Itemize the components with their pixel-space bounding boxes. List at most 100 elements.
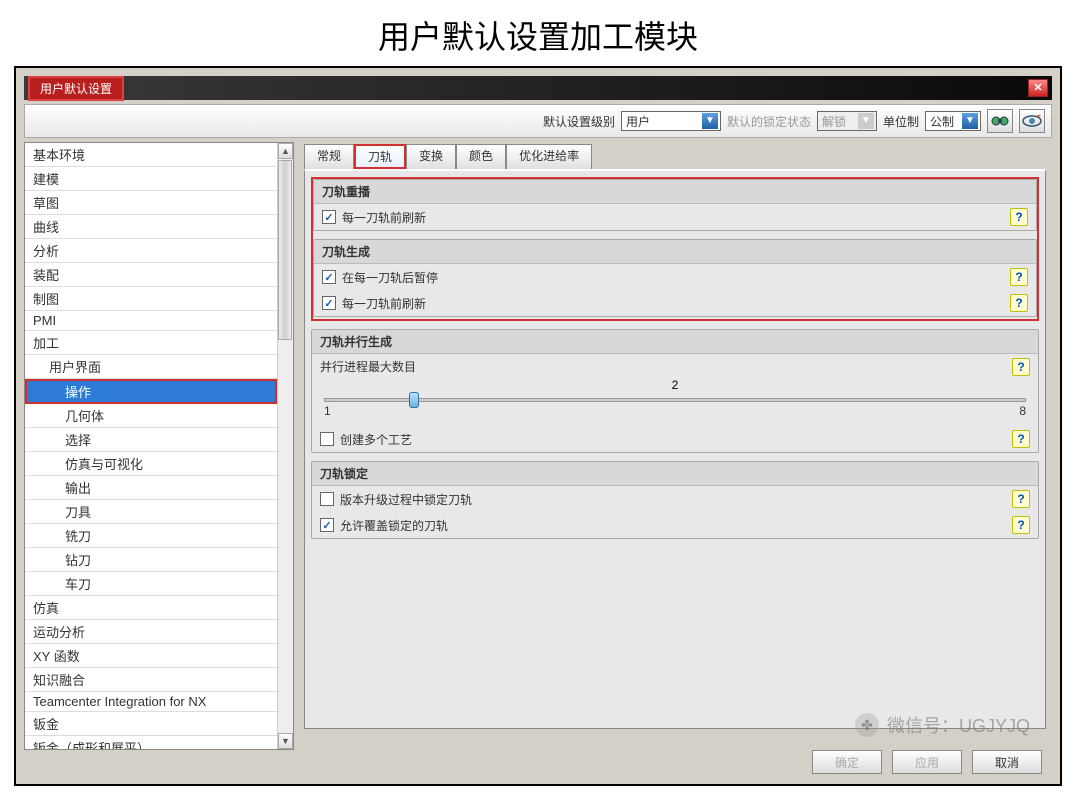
sidebar: 基本环境建模草图曲线分析装配制图PMI加工用户界面操作几何体选择仿真与可视化输出… xyxy=(24,142,294,750)
sidebar-item[interactable]: 制图 xyxy=(25,287,277,311)
sidebar-item[interactable]: 加工 xyxy=(25,331,277,355)
apply-button[interactable]: 应用 xyxy=(892,750,962,774)
allow-override-locked-checkbox[interactable] xyxy=(320,518,334,532)
level-dropdown[interactable]: 用户 ▼ xyxy=(621,111,721,131)
sidebar-item[interactable]: 车刀 xyxy=(25,572,277,596)
binoculars-icon[interactable] xyxy=(987,109,1013,133)
sidebar-item[interactable]: 仿真 xyxy=(25,596,277,620)
help-icon[interactable]: ? xyxy=(1010,294,1028,312)
content-area: 常规刀轨变换颜色优化进给率 刀轨重播 每一刀轨前刷新 ? 刀轨生成 xyxy=(298,142,1052,750)
scroll-down-button[interactable]: ▼ xyxy=(278,733,293,749)
watermark: ✤ 微信号：UGJYJQ xyxy=(855,712,1030,738)
sidebar-item[interactable]: 操作 xyxy=(25,379,277,404)
help-icon[interactable]: ? xyxy=(1012,358,1030,376)
parallel-value: 2 xyxy=(320,378,1030,392)
tab[interactable]: 颜色 xyxy=(456,144,506,169)
scroll-up-button[interactable]: ▲ xyxy=(278,143,293,159)
scroll-thumb[interactable] xyxy=(278,160,292,340)
sidebar-item[interactable]: 钣金 xyxy=(25,712,277,736)
slider-min: 1 xyxy=(324,404,331,418)
group-generate-title: 刀轨生成 xyxy=(314,240,1036,264)
tab-bar: 常规刀轨变换颜色优化进给率 xyxy=(304,144,1046,169)
sidebar-item[interactable]: 仿真与可视化 xyxy=(25,452,277,476)
sidebar-item[interactable]: 装配 xyxy=(25,263,277,287)
page-title: 用户默认设置加工模块 xyxy=(0,0,1076,66)
group-parallel-title: 刀轨并行生成 xyxy=(312,330,1038,354)
tab[interactable]: 刀轨 xyxy=(354,144,406,169)
refresh-before-replay-label: 每一刀轨前刷新 xyxy=(342,209,426,226)
create-multi-process-checkbox[interactable] xyxy=(320,432,334,446)
sidebar-item[interactable]: 刀具 xyxy=(25,500,277,524)
sidebar-item[interactable]: PMI xyxy=(25,311,277,331)
ok-button[interactable]: 确定 xyxy=(812,750,882,774)
group-parallel: 刀轨并行生成 并行进程最大数目? 2 18 创建多个工艺 ? xyxy=(311,329,1039,453)
sidebar-item[interactable]: 用户界面 xyxy=(25,355,277,379)
wechat-icon: ✤ xyxy=(855,713,879,737)
help-icon[interactable]: ? xyxy=(1012,490,1030,508)
refresh-before-replay-checkbox[interactable] xyxy=(322,210,336,224)
group-replay: 刀轨重播 每一刀轨前刷新 ? xyxy=(313,179,1037,231)
unit-label: 单位制 xyxy=(883,113,919,130)
chevron-down-icon: ▼ xyxy=(858,113,874,129)
tab[interactable]: 变换 xyxy=(406,144,456,169)
lock-during-upgrade-checkbox[interactable] xyxy=(320,492,334,506)
level-label: 默认设置级别 xyxy=(543,113,615,130)
level-value: 用户 xyxy=(626,113,650,130)
group-replay-title: 刀轨重播 xyxy=(314,180,1036,204)
help-icon[interactable]: ? xyxy=(1012,430,1030,448)
lock-during-upgrade-label: 版本升级过程中锁定刀轨 xyxy=(340,491,472,508)
help-icon[interactable]: ? xyxy=(1012,516,1030,534)
sidebar-item[interactable]: 几何体 xyxy=(25,404,277,428)
unit-value: 公制 xyxy=(930,113,954,130)
lock-state-dropdown: 解锁 ▼ xyxy=(817,111,877,131)
sidebar-item[interactable]: Teamcenter Integration for NX xyxy=(25,692,277,712)
titlebar: 用户默认设置 ✕ xyxy=(24,76,1052,100)
dialog-title: 用户默认设置 xyxy=(28,76,124,101)
pause-after-gen-checkbox[interactable] xyxy=(322,270,336,284)
sidebar-item[interactable]: 运动分析 xyxy=(25,620,277,644)
dialog-buttons: 确定 应用 取消 xyxy=(812,750,1042,774)
sidebar-item[interactable]: 知识融合 xyxy=(25,668,277,692)
lock-state-value: 解锁 xyxy=(822,113,846,130)
refresh-before-gen-checkbox[interactable] xyxy=(322,296,336,310)
tab[interactable]: 优化进给率 xyxy=(506,144,592,169)
sidebar-item[interactable]: 钣金（成形和展平） xyxy=(25,736,277,749)
parallel-slider[interactable] xyxy=(324,398,1026,402)
sidebar-item[interactable]: 基本环境 xyxy=(25,143,277,167)
sidebar-item[interactable]: 建模 xyxy=(25,167,277,191)
tab-panel: 刀轨重播 每一刀轨前刷新 ? 刀轨生成 在每一刀轨后暂停 ? xyxy=(304,169,1046,729)
toolbar: 默认设置级别 用户 ▼ 默认的锁定状态 解锁 ▼ 单位制 公制 ▼ xyxy=(24,104,1052,138)
help-icon[interactable]: ? xyxy=(1010,268,1028,286)
slider-max: 8 xyxy=(1019,404,1026,418)
create-multi-process-label: 创建多个工艺 xyxy=(340,431,412,448)
sidebar-item[interactable]: 分析 xyxy=(25,239,277,263)
tab[interactable]: 常规 xyxy=(304,144,354,169)
sidebar-item[interactable]: 输出 xyxy=(25,476,277,500)
sidebar-item[interactable]: 草图 xyxy=(25,191,277,215)
cancel-button[interactable]: 取消 xyxy=(972,750,1042,774)
sidebar-item[interactable]: 钻刀 xyxy=(25,548,277,572)
chevron-down-icon: ▼ xyxy=(962,113,978,129)
sidebar-list[interactable]: 基本环境建模草图曲线分析装配制图PMI加工用户界面操作几何体选择仿真与可视化输出… xyxy=(25,143,277,749)
help-icon[interactable]: ? xyxy=(1010,208,1028,226)
sidebar-scrollbar[interactable]: ▲ ▼ xyxy=(277,143,293,749)
sidebar-item[interactable]: 铣刀 xyxy=(25,524,277,548)
allow-override-locked-label: 允许覆盖锁定的刀轨 xyxy=(340,517,448,534)
group-lock: 刀轨锁定 版本升级过程中锁定刀轨 ? 允许覆盖锁定的刀轨 ? xyxy=(311,461,1039,539)
slider-thumb[interactable] xyxy=(409,392,419,408)
sidebar-item[interactable]: 选择 xyxy=(25,428,277,452)
unit-dropdown[interactable]: 公制 ▼ xyxy=(925,111,981,131)
eye-icon[interactable] xyxy=(1019,109,1045,133)
lock-state-label: 默认的锁定状态 xyxy=(727,113,811,130)
chevron-down-icon: ▼ xyxy=(702,113,718,129)
group-generate: 刀轨生成 在每一刀轨后暂停 ? 每一刀轨前刷新 ? xyxy=(313,239,1037,317)
watermark-text: 微信号：UGJYJQ xyxy=(887,712,1030,738)
highlighted-section: 刀轨重播 每一刀轨前刷新 ? 刀轨生成 在每一刀轨后暂停 ? xyxy=(311,177,1039,321)
refresh-before-gen-label: 每一刀轨前刷新 xyxy=(342,295,426,312)
dialog-frame: 用户默认设置 ✕ 默认设置级别 用户 ▼ 默认的锁定状态 解锁 ▼ 单位制 公制… xyxy=(14,66,1062,786)
group-lock-title: 刀轨锁定 xyxy=(312,462,1038,486)
sidebar-item[interactable]: 曲线 xyxy=(25,215,277,239)
pause-after-gen-label: 在每一刀轨后暂停 xyxy=(342,269,438,286)
sidebar-item[interactable]: XY 函数 xyxy=(25,644,277,668)
close-button[interactable]: ✕ xyxy=(1028,79,1048,97)
